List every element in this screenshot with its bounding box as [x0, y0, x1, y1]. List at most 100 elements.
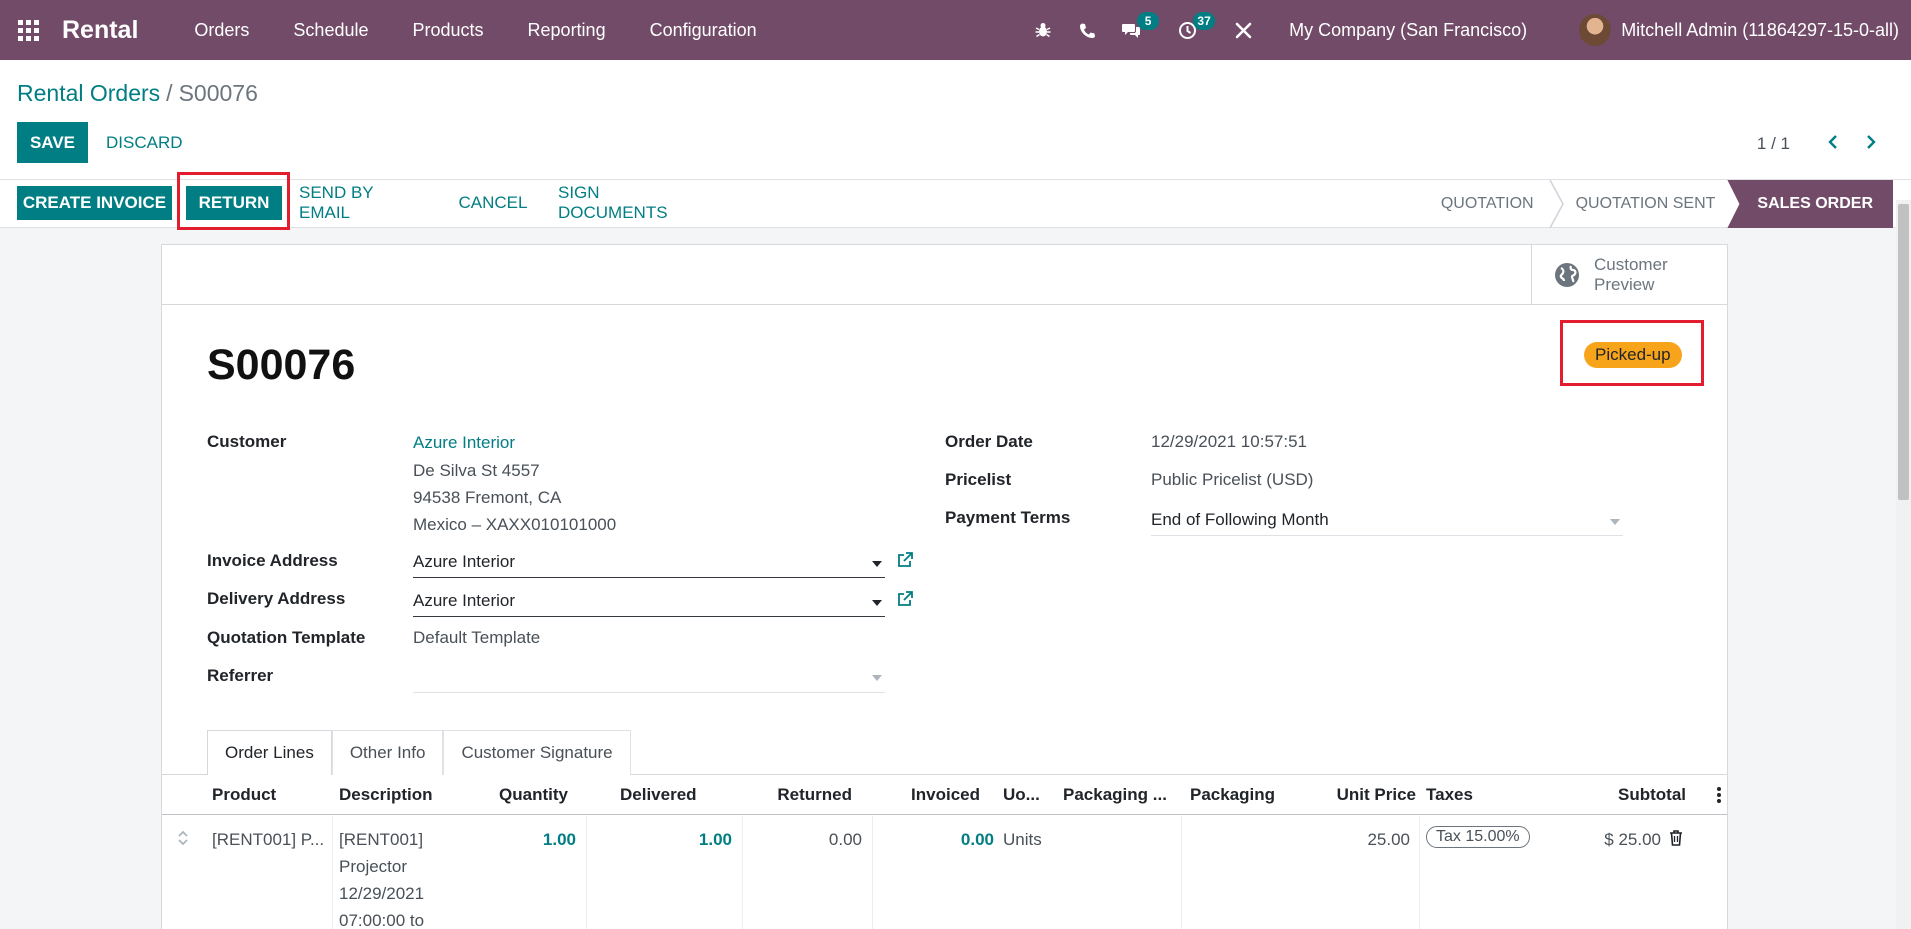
drag-handle-icon[interactable] [178, 830, 188, 846]
customer-preview-button[interactable]: Customer Preview [1531, 245, 1727, 305]
col-description[interactable]: Description [339, 775, 449, 815]
delivery-address-label: Delivery Address [207, 589, 346, 608]
scrollbar-thumb[interactable] [1898, 204, 1909, 500]
cell-invoiced[interactable]: 0.00 [892, 826, 994, 853]
table-row[interactable]: [RENT001] P... [RENT001] Projector 12/29… [162, 816, 1727, 929]
tab-customer-signature[interactable]: Customer Signature [443, 730, 631, 775]
menu-reporting[interactable]: Reporting [506, 0, 628, 60]
description-line: 12/29/2021 [339, 884, 425, 903]
phone-icon[interactable] [1065, 0, 1109, 60]
top-navbar: Rental Orders Schedule Products Reportin… [0, 0, 1911, 60]
col-divider [742, 816, 743, 929]
app-brand[interactable]: Rental [62, 16, 138, 45]
quotation-template-value[interactable]: Default Template [413, 628, 540, 648]
col-taxes[interactable]: Taxes [1426, 775, 1506, 815]
create-invoice-button[interactable]: CREATE INVOICE [17, 186, 172, 220]
notebook-tabs: Order Lines Other Info Customer Signatur… [207, 730, 631, 776]
cell-unit-price[interactable]: 25.00 [1302, 826, 1410, 853]
invoice-address-external-link-icon[interactable] [896, 551, 914, 569]
breadcrumb-rental-orders[interactable]: Rental Orders [17, 80, 160, 106]
return-highlight-box [177, 172, 290, 230]
col-divider [872, 816, 873, 929]
user-menu[interactable]: Mitchell Admin (11864297-15-0-all) [1621, 20, 1899, 41]
picked-up-highlight-box [1560, 320, 1704, 386]
invoice-address-field[interactable]: Azure Interior [413, 552, 515, 572]
menu-orders[interactable]: Orders [172, 0, 271, 60]
referrer-field[interactable] [413, 692, 885, 693]
company-switcher[interactable]: My Company (San Francisco) [1289, 20, 1527, 41]
user-avatar[interactable] [1579, 14, 1612, 46]
tab-order-lines[interactable]: Order Lines [207, 730, 332, 776]
tab-other-info[interactable]: Other Info [331, 730, 444, 775]
column-options-icon[interactable] [1717, 787, 1721, 803]
customer-label: Customer [207, 432, 287, 451]
description-line: 07:00:00 to [339, 911, 425, 929]
customer-link[interactable]: Azure Interior [413, 433, 515, 453]
pager-value[interactable]: 1 / 1 [1757, 134, 1790, 154]
tax-tag[interactable]: Tax 15.00% [1426, 826, 1530, 848]
page-scrollbar[interactable] [1896, 200, 1911, 929]
col-divider [1181, 816, 1182, 929]
sign-documents-button[interactable]: SIGN DOCUMENTS [558, 183, 710, 222]
menu-schedule[interactable]: Schedule [271, 0, 390, 60]
pager-previous-icon[interactable] [1821, 130, 1845, 154]
cell-returned[interactable]: 0.00 [762, 826, 862, 853]
delivery-address-dropdown-icon[interactable] [872, 600, 882, 606]
button-box: Customer Preview [162, 245, 1727, 305]
col-divider [586, 816, 587, 929]
messages-icon[interactable]: 5 [1109, 0, 1160, 60]
delivery-address-field[interactable]: Azure Interior [413, 591, 515, 611]
order-date-label: Order Date [945, 432, 1033, 451]
delete-trash-icon[interactable] [1669, 830, 1683, 846]
discard-button[interactable]: DISCARD [106, 122, 183, 163]
col-uom[interactable]: Uo... [1003, 775, 1048, 815]
customer-address-line3: Mexico – XAXX010101000 [413, 515, 617, 534]
col-packaging[interactable]: Packaging [1190, 775, 1290, 815]
cell-uom[interactable]: Units [1003, 826, 1042, 853]
col-unit-price[interactable]: Unit Price [1312, 775, 1416, 815]
col-subtotal[interactable]: Subtotal [1562, 775, 1686, 815]
menu-configuration[interactable]: Configuration [628, 0, 779, 60]
col-product[interactable]: Product [212, 775, 322, 815]
order-date-value: 12/29/2021 10:57:51 [1151, 432, 1307, 451]
col-packaging-qty[interactable]: Packaging ... [1063, 775, 1173, 815]
apps-menu-icon[interactable] [0, 0, 56, 60]
description-line: [RENT001] [339, 830, 424, 849]
cell-product[interactable]: [RENT001] P... [212, 826, 327, 853]
payment-terms-field[interactable]: End of Following Month [1151, 510, 1329, 530]
invoice-address-dropdown-icon[interactable] [872, 561, 882, 567]
cell-description[interactable]: [RENT001] Projector 12/29/2021 07:00:00 … [339, 826, 459, 929]
quotation-template-label: Quotation Template [207, 628, 366, 647]
col-divider [332, 816, 333, 929]
customer-preview-label: Customer Preview [1594, 255, 1668, 294]
col-quantity[interactable]: Quantity [462, 775, 568, 815]
systray: 5 37 My Company (San Francisco) Mitchell… [1021, 0, 1911, 60]
stage-sales-order[interactable]: SALES ORDER [1727, 180, 1893, 228]
cell-delivered[interactable]: 1.00 [632, 826, 732, 853]
bug-icon[interactable] [1021, 0, 1065, 60]
referrer-dropdown-icon[interactable] [872, 675, 882, 681]
menu-products[interactable]: Products [390, 0, 505, 60]
cancel-button[interactable]: CANCEL [459, 186, 528, 220]
referrer-label: Referrer [207, 666, 274, 685]
activities-clock-icon[interactable]: 37 [1165, 0, 1216, 60]
breadcrumb-separator: / [166, 80, 173, 106]
payment-terms-dropdown-icon[interactable] [1610, 519, 1620, 525]
invoice-address-label: Invoice Address [207, 551, 338, 570]
save-button[interactable]: SAVE [17, 122, 88, 163]
send-by-email-button[interactable]: SEND BY EMAIL [299, 183, 427, 222]
pricelist-label: Pricelist [945, 470, 1012, 489]
delivery-address-underline [413, 616, 885, 617]
col-invoiced[interactable]: Invoiced [882, 775, 980, 815]
tools-icon[interactable] [1221, 0, 1265, 60]
col-returned[interactable]: Returned [762, 775, 852, 815]
stage-quotation-sent[interactable]: QUOTATION SENT [1576, 180, 1716, 228]
stage-quotation[interactable]: QUOTATION [1441, 180, 1534, 228]
customer-address-line2: 94538 Fremont, CA [413, 488, 562, 507]
description-line: Projector [339, 857, 408, 876]
delivery-address-external-link-icon[interactable] [896, 590, 914, 608]
pager-next-icon[interactable] [1859, 130, 1883, 154]
cell-quantity[interactable]: 1.00 [492, 826, 576, 853]
col-delivered[interactable]: Delivered [620, 775, 720, 815]
payment-terms-label: Payment Terms [945, 508, 1071, 527]
